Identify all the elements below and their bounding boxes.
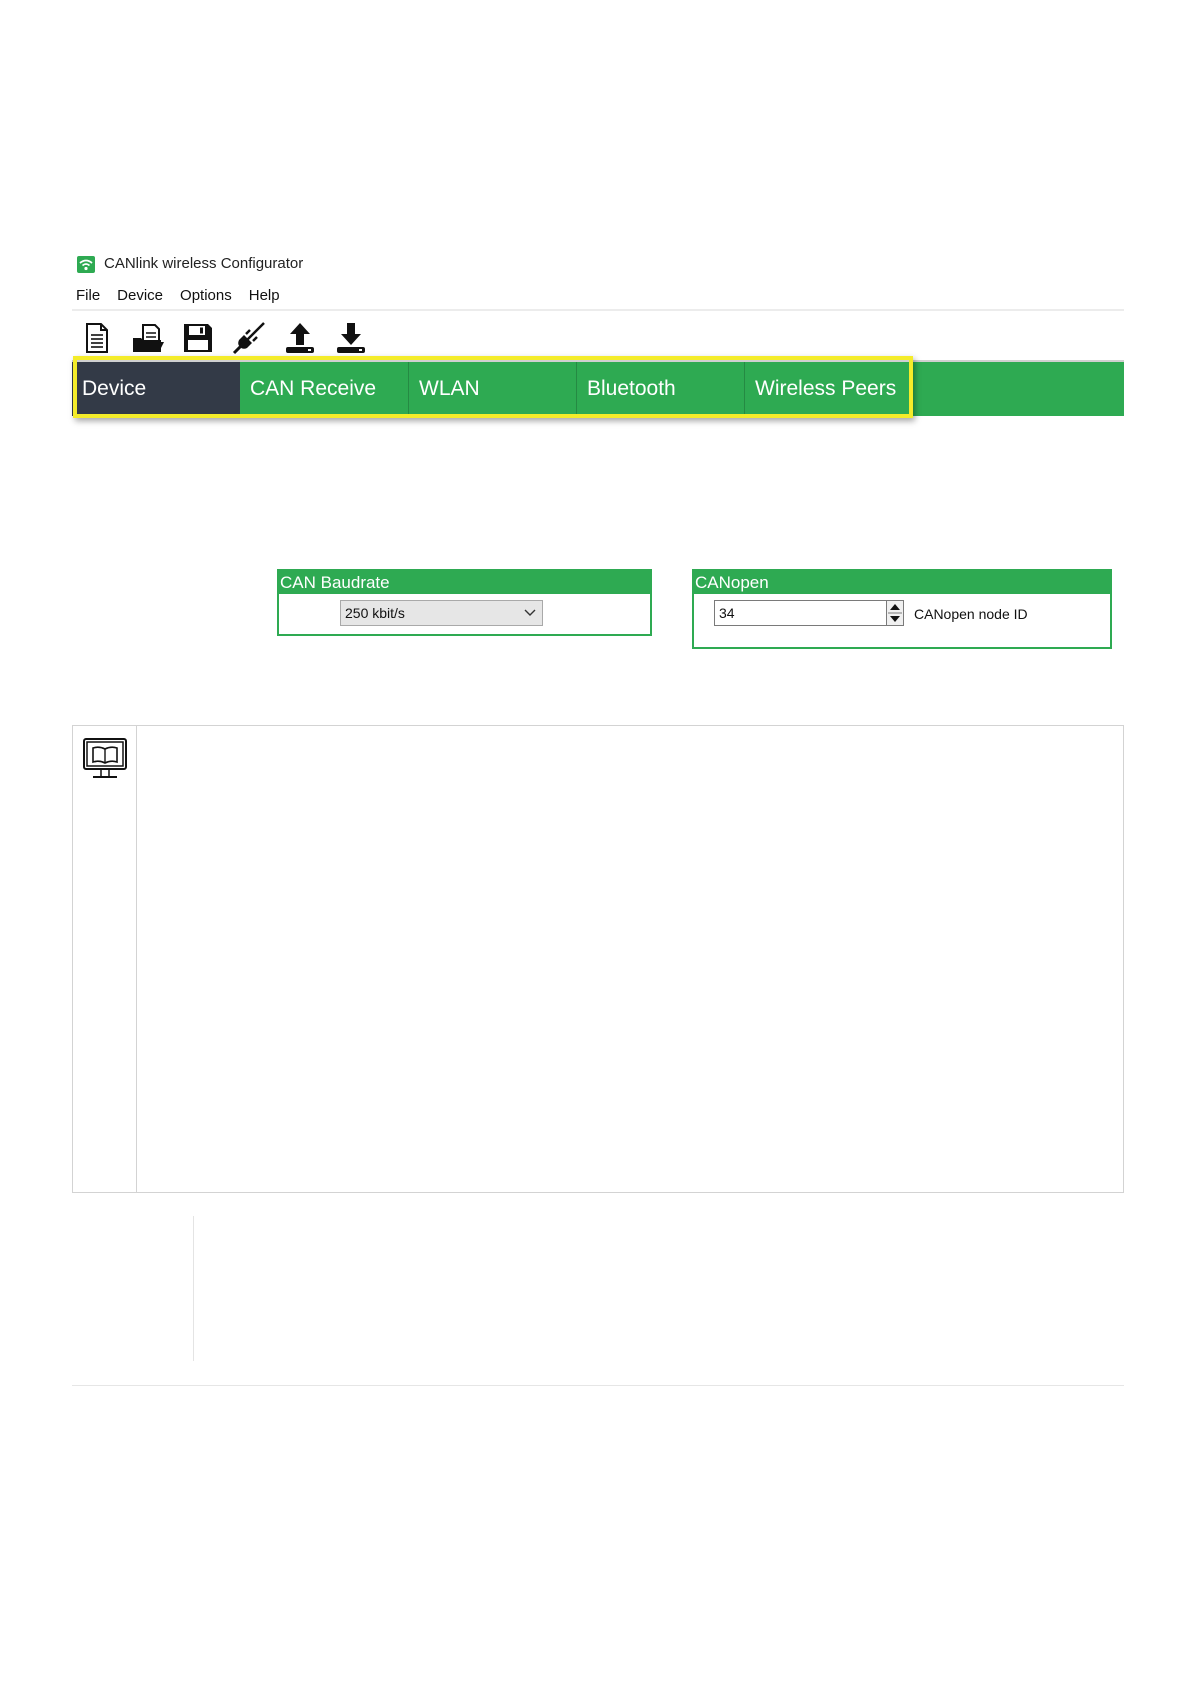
disconnect-plug-icon[interactable]	[230, 318, 268, 358]
menu-bar: File Device Options Help	[76, 287, 280, 307]
baudrate-select[interactable]: 250 kbit/s	[340, 600, 543, 626]
tab-wireless-peers-label: Wireless Peers	[755, 377, 897, 400]
baudrate-value: 250 kbit/s	[345, 605, 405, 621]
menu-file[interactable]: File	[76, 287, 100, 307]
note-divider	[136, 726, 137, 1192]
download-icon[interactable]	[332, 318, 370, 358]
save-disk-icon[interactable]	[179, 318, 217, 358]
canopen-node-id-input[interactable]: 34	[714, 600, 888, 626]
tab-wlan-label: WLAN	[419, 377, 480, 400]
canopen-title: CANopen	[694, 571, 1110, 594]
manual-monitor-icon	[83, 738, 127, 778]
wifi-icon	[77, 256, 95, 273]
tab-bluetooth-label: Bluetooth	[587, 377, 676, 400]
footer-divider	[72, 1385, 1124, 1386]
open-folder-icon[interactable]	[129, 318, 167, 358]
tab-device-label: Device	[82, 377, 147, 400]
spin-up-icon	[890, 604, 900, 610]
menu-divider	[72, 309, 1124, 311]
can-baudrate-title: CAN Baudrate	[279, 571, 650, 594]
menu-device[interactable]: Device	[117, 287, 163, 307]
chevron-down-icon	[524, 602, 536, 629]
tab-device[interactable]: Device	[72, 362, 240, 416]
node-id-spinner[interactable]	[886, 600, 904, 626]
tab-wireless-peers[interactable]: Wireless Peers	[744, 362, 913, 416]
canopen-node-id-label: CANopen node ID	[914, 606, 1028, 622]
tab-bluetooth[interactable]: Bluetooth	[576, 362, 744, 416]
spin-down-icon	[890, 616, 900, 622]
window-title: CANlink wireless Configurator	[104, 255, 304, 272]
note-box	[72, 725, 1124, 1193]
tab-can-receive-label: CAN Receive	[250, 377, 377, 400]
tab-can-receive[interactable]: CAN Receive	[240, 362, 408, 416]
menu-help[interactable]: Help	[249, 287, 280, 307]
upload-icon[interactable]	[281, 318, 319, 358]
tab-wlan[interactable]: WLAN	[408, 362, 576, 416]
new-document-icon[interactable]	[78, 318, 116, 358]
menu-options[interactable]: Options	[180, 287, 232, 307]
content-divider	[193, 1216, 194, 1361]
